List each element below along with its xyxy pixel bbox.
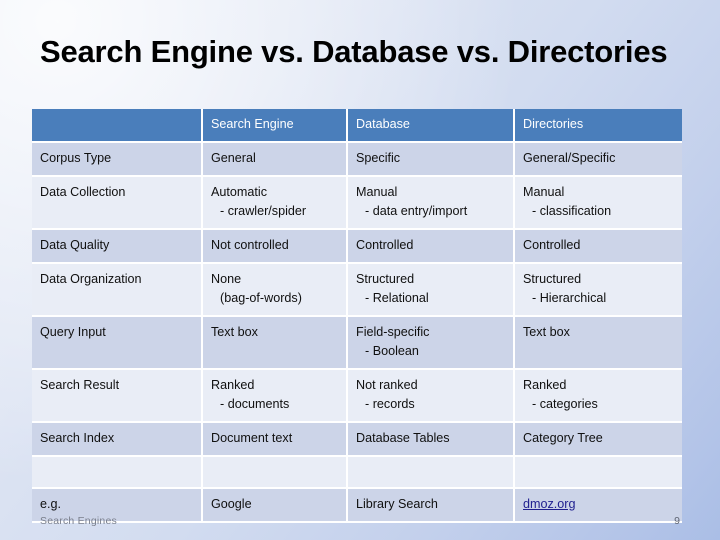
cell-directories: Ranked - categories [515,370,682,423]
cell-sub-text: - classification [532,204,612,218]
cell-main-text: Ranked [523,378,567,392]
row-label: Corpus Type [32,143,203,177]
table-row: Search Index Document text Database Tabl… [32,423,682,457]
cell-database: Field-specific - Boolean [348,317,515,370]
cell-main-text: General/Specific [523,151,616,165]
cell-sub-text: - records [365,397,415,411]
cell-main-text: Category Tree [523,431,603,445]
cell-search-engine: Ranked - documents [203,370,348,423]
footer-label: Search Engines [40,515,117,527]
cell-sub-text: - crawler/spider [220,204,307,218]
cell-main-text: Database Tables [356,431,450,445]
table-row: Data Organization None (bag-of-words) St… [32,264,682,317]
comparison-table: Search Engine Database Directories Corpu… [32,109,682,523]
cell-database [348,457,515,489]
row-label: Search Index [32,423,203,457]
cell-main-text: Not ranked [356,378,418,392]
row-label: Data Quality [32,230,203,264]
cell-search-engine: Automatic - crawler/spider [203,177,348,230]
cell-main-text: Text box [211,325,258,339]
cell-database: Database Tables [348,423,515,457]
cell-search-engine: General [203,143,348,177]
cell-database: Structured - Relational [348,264,515,317]
dmoz-link[interactable]: dmoz.org [523,497,576,511]
table-row: Corpus Type General Specific General/Spe… [32,143,682,177]
cell-main-text: Structured [523,272,582,286]
cell-main-text: Ranked [211,378,255,392]
row-label: Data Organization [32,264,203,317]
table-header-row: Search Engine Database Directories [32,109,682,143]
cell-database: Not ranked - records [348,370,515,423]
cell-main-text: Controlled [356,238,414,252]
table-header-search-engine: Search Engine [203,109,348,143]
cell-database: Specific [348,143,515,177]
cell-search-engine: None (bag-of-words) [203,264,348,317]
row-label: Data Collection [32,177,203,230]
cell-sub-text: - Boolean [365,344,419,358]
cell-database: Manual - data entry/import [348,177,515,230]
row-label [32,457,203,489]
comparison-table-container: Search Engine Database Directories Corpu… [32,109,682,523]
row-label: Query Input [32,317,203,370]
table-header: Search Engine Database Directories [32,109,682,143]
cell-database: Controlled [348,230,515,264]
cell-directories: General/Specific [515,143,682,177]
cell-sub-text: - categories [532,397,598,411]
cell-directories: dmoz.org [515,489,682,523]
cell-main-text: Library Search [356,497,438,511]
cell-search-engine: Not controlled [203,230,348,264]
cell-main-text: Not controlled [211,238,289,252]
cell-directories [515,457,682,489]
cell-database: Library Search [348,489,515,523]
table-row-empty [32,457,682,489]
cell-search-engine: Document text [203,423,348,457]
cell-directories: Category Tree [515,423,682,457]
table-row: e.g. Google Library Search dmoz.org [32,489,682,523]
cell-main-text: Manual [356,185,398,199]
table-row: Search Result Ranked - documents Not ran… [32,370,682,423]
cell-main-text: Structured [356,272,415,286]
table-header-directories: Directories [515,109,682,143]
table-header-corner [32,109,203,143]
cell-search-engine: Text box [203,317,348,370]
cell-main-text: Google [211,497,252,511]
cell-directories: Structured - Hierarchical [515,264,682,317]
cell-sub-text: - documents [220,397,290,411]
cell-sub-text: (bag-of-words) [220,291,302,305]
table-row: Query Input Text box Field-specific - Bo… [32,317,682,370]
cell-sub-text: - data entry/import [365,204,468,218]
cell-main-text: Specific [356,151,401,165]
table-row: Data Quality Not controlled Controlled C… [32,230,682,264]
cell-sub-text: - Relational [365,291,429,305]
cell-main-text: Controlled [523,238,581,252]
cell-directories: Text box [515,317,682,370]
table-row: Data Collection Automatic - crawler/spid… [32,177,682,230]
cell-main-text: Document text [211,431,293,445]
cell-main-text: Manual [523,185,565,199]
cell-main-text: None [211,272,242,286]
cell-main-text: Automatic [211,185,267,199]
slide-canvas: Search Engine vs. Database vs. Directori… [0,0,720,540]
cell-search-engine: Google [203,489,348,523]
cell-sub-text: - Hierarchical [532,291,607,305]
cell-main-text: Field-specific [356,325,430,339]
row-label: Search Result [32,370,203,423]
cell-main-text: Text box [523,325,570,339]
cell-directories: Controlled [515,230,682,264]
table-header-database: Database [348,109,515,143]
cell-directories: Manual - classification [515,177,682,230]
cell-main-text: General [211,151,256,165]
page-title: Search Engine vs. Database vs. Directori… [40,34,668,69]
page-number: 9 [674,515,680,527]
table-body: Corpus Type General Specific General/Spe… [32,143,682,523]
cell-search-engine [203,457,348,489]
